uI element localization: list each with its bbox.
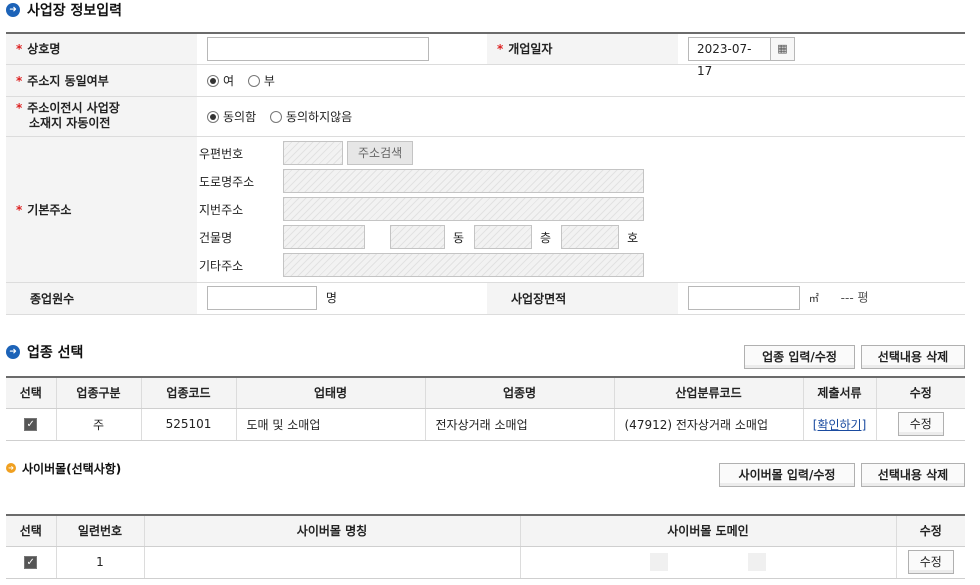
same-address-no-radio[interactable]	[247, 74, 260, 87]
address-row: * 기본주소 우편번호 주소검색 도로명주소 지번주소 건물명 동 층 호 기타…	[6, 136, 965, 283]
zipcode-field	[283, 141, 343, 165]
employees-row: 종업원수 명 사업장면적 ㎡ --- 평	[6, 282, 965, 315]
floor-unit: 층	[540, 230, 552, 245]
col-industry-code: 업종코드	[140, 377, 236, 409]
area-unit-pyeong: 평	[857, 290, 869, 305]
industry-row-edit-button[interactable]: 수정	[897, 412, 944, 436]
employees-input[interactable]	[207, 286, 317, 310]
trade-name-label: 상호명	[27, 42, 61, 57]
auto-transfer-agree-radio[interactable]	[207, 110, 219, 123]
biz-info-section-title: ➜ 사업장 정보입력	[6, 0, 122, 20]
dong-field	[390, 225, 445, 249]
arrow-circle-icon: ➜	[6, 3, 20, 17]
same-address-label: 주소지 동일여부	[27, 73, 109, 88]
address-search-button[interactable]: 주소검색	[347, 141, 414, 165]
industry-delete-button[interactable]: 선택내용 삭제	[861, 345, 965, 369]
auto-transfer-label-line1: 주소이전시 사업장	[27, 101, 120, 115]
building-label: 건물명	[199, 230, 233, 245]
col-select: 선택	[6, 377, 56, 409]
col-class-code: 산업분류코드	[613, 377, 803, 409]
industry-section-title: ➜ 업종 선택	[6, 342, 83, 362]
trade-name-row: * 상호명 * 개업일자 2023-07-17▦	[6, 33, 965, 78]
col-business-name: 업태명	[235, 377, 425, 409]
business-name-cell: 도매 및 소매업	[235, 408, 425, 441]
table-row: ✓ 주 525101 도매 및 소매업 전자상거래 소매업 (47912) 전자…	[6, 408, 965, 441]
industry-header-row: 선택 업종구분 업종코드 업태명 업종명 산업분류코드 제출서류 수정	[6, 377, 965, 409]
employees-unit: 명	[325, 290, 337, 305]
dong-unit: 동	[453, 230, 465, 245]
table-row: ✓ 1 수정	[6, 546, 965, 579]
mall-name-cell	[143, 546, 520, 579]
same-address-yes-radio[interactable]	[207, 74, 219, 87]
ho-field	[561, 225, 620, 249]
biz-info-form: * 상호명 * 개업일자 2023-07-17▦ * 주소지 동일여부 여 부 * 주소…	[6, 32, 965, 315]
road-address-label: 도로명주소	[199, 174, 255, 189]
industry-edit-button[interactable]: 업종 입력/수정	[744, 345, 855, 369]
trade-name-input[interactable]	[207, 36, 429, 61]
zipcode-line: 우편번호 주소검색	[199, 139, 965, 167]
open-date-input[interactable]: 2023-07-17	[688, 36, 771, 78]
col-select: 선택	[6, 515, 56, 547]
mall-section-title: ➜ 사이버몰(선택사항)	[6, 460, 121, 476]
class-code-cell: (47912) 전자상거래 소매업	[613, 408, 803, 441]
etc-address-line: 기타주소	[199, 251, 965, 279]
mall-table: 선택 일련번호 사이버몰 명칭 사이버몰 도메인 수정 ✓ 1 수정	[6, 514, 965, 579]
checkbox-checked-icon[interactable]: ✓	[24, 556, 38, 569]
mall-edit-button[interactable]: 사이버몰 입력/수정	[719, 463, 855, 487]
item-name-cell: 전자상거래 소매업	[424, 408, 614, 441]
road-address-field	[283, 169, 644, 193]
industry-code-cell: 525101	[140, 408, 236, 441]
col-mall-domain: 사이버몰 도메인	[519, 515, 896, 547]
lot-address-field	[283, 197, 644, 221]
checkbox-checked-icon[interactable]: ✓	[24, 418, 38, 431]
col-edit: 수정	[895, 515, 965, 547]
road-address-line: 도로명주소	[199, 167, 965, 195]
auto-transfer-disagree-radio[interactable]	[269, 110, 282, 123]
floor-field	[474, 225, 533, 249]
col-mall-name: 사이버몰 명칭	[143, 515, 520, 547]
arrow-circle-small-icon: ➜	[6, 463, 16, 473]
mall-header-row: 선택 일련번호 사이버몰 명칭 사이버몰 도메인 수정	[6, 515, 965, 547]
auto-transfer-label-line2: 소재지 자동이전	[29, 116, 111, 130]
area-input[interactable]	[688, 286, 800, 310]
employees-label: 종업원수	[30, 291, 75, 306]
etc-address-label: 기타주소	[199, 258, 244, 273]
zipcode-label: 우편번호	[199, 146, 244, 161]
col-serial: 일련번호	[55, 515, 144, 547]
col-edit: 수정	[875, 377, 965, 409]
address-label: 기본주소	[27, 202, 72, 217]
open-date-label: 개업일자	[508, 42, 553, 57]
col-docs: 제출서류	[802, 377, 876, 409]
mall-delete-button[interactable]: 선택내용 삭제	[861, 463, 965, 487]
building-name-field	[283, 225, 365, 249]
industry-table: 선택 업종구분 업종코드 업태명 업종명 산업분류코드 제출서류 수정 ✓ 주 …	[6, 376, 965, 441]
serial-cell: 1	[55, 546, 144, 579]
col-item-name: 업종명	[424, 377, 614, 409]
docs-check-link[interactable]: [확인하기]	[813, 418, 867, 432]
auto-transfer-row: * 주소이전시 사업장 소재지 자동이전 동의함 동의하지않음	[6, 96, 965, 137]
industry-type-cell: 주	[55, 408, 141, 441]
mall-domain-cell	[519, 546, 896, 579]
col-industry-type: 업종구분	[55, 377, 141, 409]
calendar-icon[interactable]: ▦	[771, 36, 795, 61]
area-label: 사업장면적	[511, 291, 567, 306]
arrow-circle-icon: ➜	[6, 345, 20, 359]
lot-address-line: 지번주소	[199, 195, 965, 223]
area-unit-m2: ㎡	[808, 293, 819, 305]
lot-address-label: 지번주소	[199, 202, 244, 217]
mall-row-edit-button[interactable]: 수정	[907, 550, 954, 574]
etc-address-field	[283, 253, 644, 277]
area-pyeong-value: ---	[840, 290, 854, 305]
building-line: 건물명 동 층 호	[199, 223, 965, 251]
ho-unit: 호	[627, 230, 639, 245]
same-address-row: * 주소지 동일여부 여 부	[6, 64, 965, 97]
